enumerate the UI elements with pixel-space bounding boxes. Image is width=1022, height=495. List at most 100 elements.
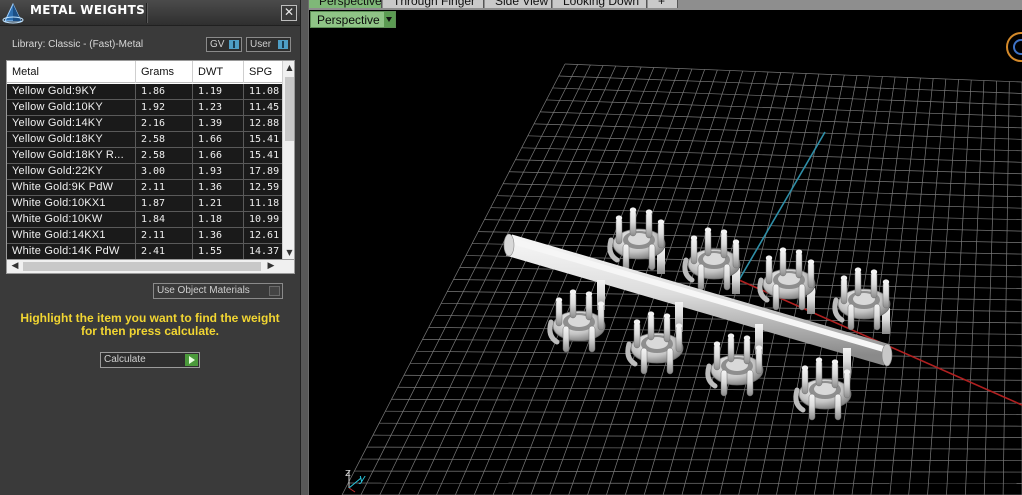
cell-dwt: 1.18 <box>193 212 244 227</box>
cell-grams: 3.00 <box>136 164 193 179</box>
cell-metal: Yellow Gold:10KY <box>7 100 136 115</box>
setting-prong <box>854 269 862 297</box>
cell-grams: 2.41 <box>136 244 193 259</box>
table-row[interactable]: Yellow Gold:18KY 2.58 1.66 15.41 <box>7 132 284 148</box>
scroll-right-icon[interactable]: ▶ <box>265 260 277 273</box>
table-row[interactable]: White Gold:10KW 1.84 1.18 10.99 <box>7 212 284 228</box>
grid-line <box>422 339 1022 347</box>
setting-leg <box>847 303 855 331</box>
use-object-materials-label: Use Object Materials <box>157 285 250 296</box>
checkbox-icon[interactable] <box>269 286 280 296</box>
cell-dwt: 1.19 <box>193 84 244 99</box>
cell-metal: Yellow Gold:14KY <box>7 116 136 131</box>
setting-prong <box>569 291 577 319</box>
cell-grams: 1.84 <box>136 212 193 227</box>
panel-title-bar[interactable]: METAL WEIGHTS ✕ <box>0 0 300 26</box>
setting-prong <box>815 359 823 387</box>
prong-tip <box>765 255 773 261</box>
setting-prong <box>663 315 671 343</box>
table-row[interactable]: Yellow Gold:18KY R... 2.58 1.66 15.41 <box>7 148 284 164</box>
tab-looking-down[interactable]: Looking Down <box>553 0 647 8</box>
scroll-down-icon[interactable]: ▼ <box>283 247 294 259</box>
title-divider <box>146 3 148 23</box>
setting-prong <box>882 281 890 309</box>
cell-dwt: 1.66 <box>193 132 244 147</box>
cell-grams: 2.58 <box>136 132 193 147</box>
setting-prong <box>743 337 751 365</box>
cell-dwt: 1.23 <box>193 100 244 115</box>
cell-grams: 2.58 <box>136 148 193 163</box>
close-icon[interactable]: ✕ <box>281 5 297 21</box>
prong-tip <box>597 301 605 307</box>
column-header-spg[interactable]: SPG <box>244 61 284 83</box>
cell-spg: 17.89 <box>244 164 284 179</box>
setting-leg <box>873 303 881 331</box>
prong-tip <box>720 229 728 235</box>
use-object-materials-checkbox[interactable]: Use Object Materials <box>153 283 283 299</box>
pyramid-logo-icon <box>2 2 24 24</box>
table-row[interactable]: White Gold:14KX1 2.11 1.36 12.61 <box>7 228 284 244</box>
table-row[interactable]: Yellow Gold:9KY 1.86 1.19 11.08 <box>7 84 284 100</box>
library-label: Library: Classic - (Fast)-Metal <box>12 39 144 50</box>
setting-leg <box>720 369 728 397</box>
setting-leg <box>648 243 656 271</box>
setting-leg <box>666 347 674 375</box>
horizontal-scrollbar[interactable]: ◀ ▶ <box>6 260 295 274</box>
prong-tip <box>690 235 698 241</box>
setting-leg <box>746 369 754 397</box>
tab-perspective[interactable]: Perspective <box>309 0 382 8</box>
user-toggle-button[interactable]: User <box>246 37 291 52</box>
setting-prong <box>801 367 809 395</box>
scroll-thumb[interactable] <box>23 262 261 271</box>
setting-prong <box>629 209 637 237</box>
table-row[interactable]: Yellow Gold:10KY 1.92 1.23 11.45 <box>7 100 284 116</box>
chevron-down-icon[interactable] <box>384 12 395 27</box>
setting-prong <box>807 261 815 289</box>
setting-prong <box>779 249 787 277</box>
calculate-button[interactable]: Calculate <box>100 352 200 368</box>
scroll-thumb[interactable] <box>285 77 294 141</box>
cell-spg: 12.59 <box>244 180 284 195</box>
add-tab-button[interactable]: + <box>648 0 678 8</box>
axis-z-label: z <box>345 466 351 479</box>
panel-splitter[interactable] <box>300 0 309 495</box>
cell-metal: Yellow Gold:9KY <box>7 84 136 99</box>
table-row[interactable]: White Gold:9K PdW 2.11 1.36 12.59 <box>7 180 284 196</box>
prong-tip <box>840 275 848 281</box>
prong-tip <box>555 297 563 303</box>
scroll-up-icon[interactable]: ▲ <box>283 62 294 74</box>
3d-viewport[interactable]: Perspective Through Finger Side View Loo… <box>309 0 1022 495</box>
prong-tip <box>743 335 751 341</box>
cell-spg: 12.88 <box>244 116 284 131</box>
calculate-label: Calculate <box>104 354 146 365</box>
tab-side-view[interactable]: Side View <box>485 0 552 8</box>
gv-toggle-button[interactable]: GV <box>206 37 242 52</box>
scroll-left-icon[interactable]: ◀ <box>9 260 21 273</box>
setting-prong <box>713 343 721 371</box>
setting-leg <box>640 347 648 375</box>
setting-leg <box>697 263 705 291</box>
table-row[interactable]: Yellow Gold:22KY 3.00 1.93 17.89 <box>7 164 284 180</box>
setting-prong <box>645 211 653 239</box>
table-row[interactable]: White Gold:14K PdW 2.41 1.55 14.37 <box>7 244 284 259</box>
vertical-scrollbar[interactable]: ▲ ▼ <box>282 61 294 259</box>
instructions-line-2: for then press calculate. <box>80 324 220 338</box>
panel-title: METAL WEIGHTS <box>30 3 146 17</box>
cell-spg: 15.41 <box>244 132 284 147</box>
column-header-metal[interactable]: Metal <box>7 61 136 83</box>
cell-grams: 1.86 <box>136 84 193 99</box>
view-tab-bar: Perspective Through Finger Side View Loo… <box>309 0 1022 10</box>
prong-tip <box>657 219 665 225</box>
table-row[interactable]: White Gold:10KX1 1.87 1.21 11.18 <box>7 196 284 212</box>
column-header-grams[interactable]: Grams <box>136 61 193 83</box>
prong-tip <box>647 311 655 317</box>
view-selector-dropdown[interactable]: Perspective <box>310 11 396 28</box>
column-header-dwt[interactable]: DWT <box>193 61 244 83</box>
metal-table[interactable]: Metal Grams DWT SPG Yellow Gold:9KY 1.86 1… <box>6 60 295 260</box>
prong-tip <box>854 267 862 273</box>
tab-through-finger[interactable]: Through Finger <box>383 0 484 8</box>
3d-scene[interactable] <box>309 0 1022 495</box>
prong-tip <box>801 365 809 371</box>
table-row[interactable]: Yellow Gold:14KY 2.16 1.39 12.88 <box>7 116 284 132</box>
rod-end <box>881 343 893 367</box>
